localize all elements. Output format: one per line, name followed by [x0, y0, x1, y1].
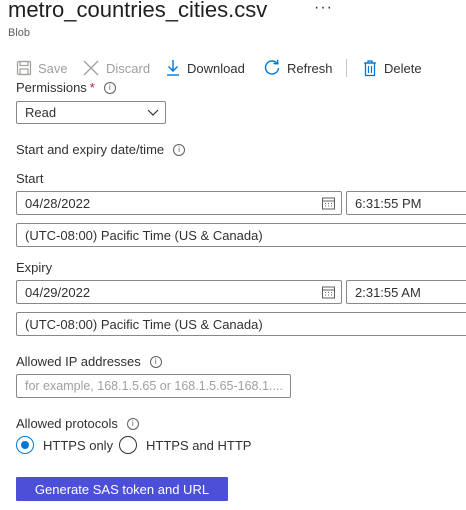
radio-https-and-http[interactable]: HTTPS and HTTP: [119, 436, 251, 454]
more-options-button[interactable]: ···: [314, 0, 333, 17]
generate-sas-button[interactable]: Generate SAS token and URL: [16, 477, 228, 501]
save-button[interactable]: Save: [16, 54, 68, 82]
page-subtitle: Blob: [8, 27, 31, 39]
allowed-ip-placeholder: for example, 168.1.5.65 or 168.1.5.65-16…: [25, 379, 283, 393]
radio-circle-selected: [16, 436, 34, 454]
page-title: metro_countries_cities.csv: [8, 0, 268, 22]
radio-https-and-http-label: HTTPS and HTTP: [146, 437, 252, 453]
expiry-date-value: 04/29/2022: [25, 284, 91, 300]
expiry-label: Expiry: [16, 260, 53, 275]
info-icon[interactable]: i: [126, 417, 139, 430]
radio-https-only-label: HTTPS only: [43, 437, 114, 453]
delete-label: Delete: [384, 60, 422, 76]
refresh-icon: [264, 59, 280, 75]
permissions-label: Permissions * i: [16, 80, 116, 95]
expiry-date-picker[interactable]: 04/29/2022: [16, 280, 342, 304]
calendar-icon: [322, 197, 335, 210]
save-icon: [16, 60, 32, 76]
expiry-time-input[interactable]: 2:31:55 AM: [346, 280, 466, 304]
command-bar: Save Discard Download Refresh Delete: [0, 54, 466, 82]
discard-label: Discard: [106, 60, 151, 76]
chevron-down-icon: [147, 109, 159, 117]
expiry-timezone-value: (UTC-08:00) Pacific Time (US & Canada): [25, 316, 263, 332]
info-icon[interactable]: i: [103, 81, 116, 94]
refresh-label: Refresh: [287, 60, 333, 76]
calendar-icon: [322, 286, 335, 299]
start-label: Start: [16, 171, 44, 186]
start-date-picker[interactable]: 04/28/2022: [16, 191, 342, 215]
expiry-timezone-dropdown[interactable]: (UTC-08:00) Pacific Time (US & Canada): [16, 312, 466, 336]
radio-https-only[interactable]: HTTPS only: [16, 436, 113, 454]
radio-circle: [119, 436, 137, 454]
delete-button[interactable]: Delete: [362, 54, 422, 82]
permissions-dropdown[interactable]: Read: [16, 101, 166, 124]
start-time-input[interactable]: 6:31:55 PM: [346, 191, 466, 215]
start-timezone-value: (UTC-08:00) Pacific Time (US & Canada): [25, 227, 263, 243]
trash-icon: [364, 60, 376, 77]
expiry-time-value: 2:31:55 AM: [355, 284, 421, 300]
info-icon[interactable]: i: [173, 143, 186, 156]
close-icon: [83, 60, 99, 76]
start-date-value: 04/28/2022: [25, 195, 91, 211]
download-icon: [167, 60, 179, 76]
permissions-value: Read: [25, 105, 57, 120]
required-marker: *: [89, 80, 95, 95]
start-time-value: 6:31:55 PM: [355, 195, 422, 211]
start-timezone-dropdown[interactable]: (UTC-08:00) Pacific Time (US & Canada): [16, 223, 466, 247]
download-label: Download: [187, 60, 245, 76]
discard-button[interactable]: Discard: [82, 54, 150, 82]
refresh-button[interactable]: Refresh: [263, 54, 333, 82]
date-section-label: Start and expiry date/time i: [16, 142, 186, 157]
allowed-ip-label: Allowed IP addresses i: [16, 354, 162, 369]
download-button[interactable]: Download: [165, 54, 245, 82]
toolbar-divider: [346, 59, 347, 77]
save-label: Save: [38, 60, 68, 76]
info-icon[interactable]: i: [149, 355, 162, 368]
allowed-ip-input[interactable]: for example, 168.1.5.65 or 168.1.5.65-16…: [16, 374, 291, 398]
allowed-protocols-label: Allowed protocols i: [16, 416, 139, 431]
